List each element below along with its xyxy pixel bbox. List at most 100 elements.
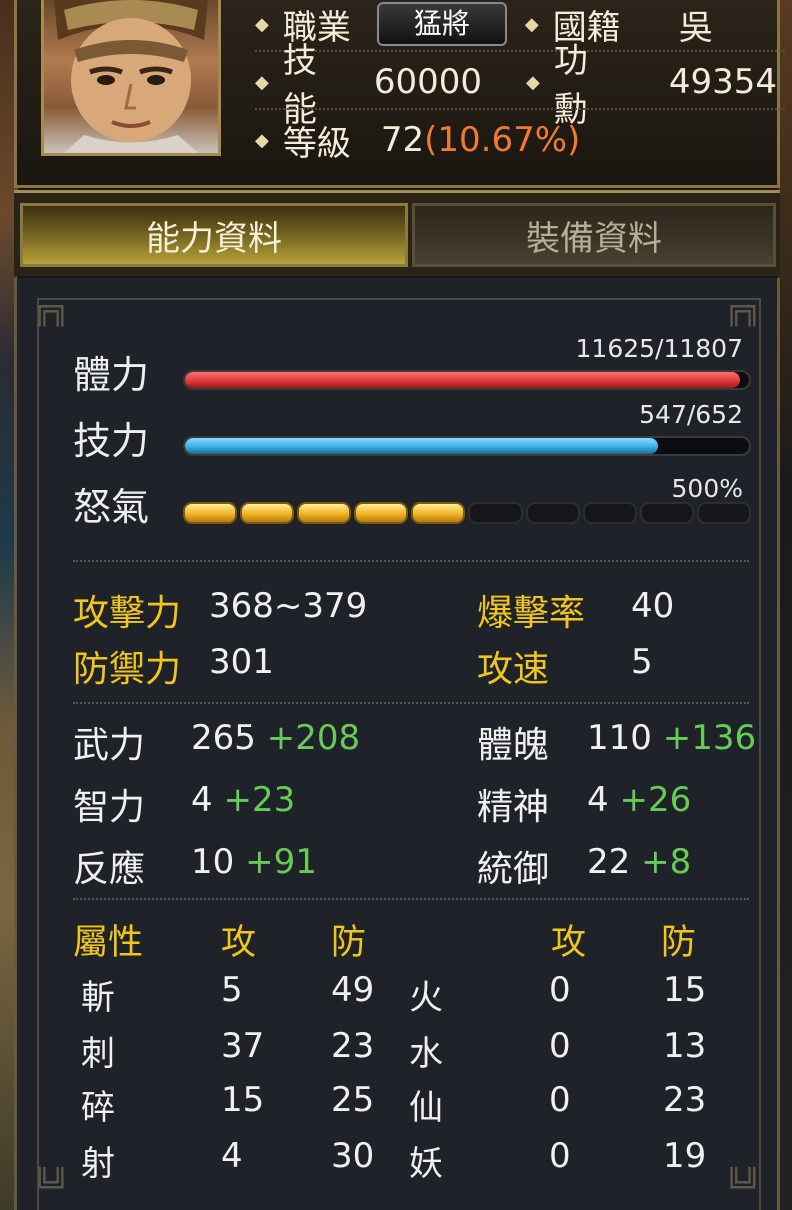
rage-segment xyxy=(639,502,694,524)
element-def: 13 xyxy=(663,1026,707,1066)
spi-value-row: 4 +26 xyxy=(587,780,691,820)
spi-value: 4 xyxy=(587,780,609,820)
int-value: 4 xyxy=(191,780,213,820)
rage-segment xyxy=(411,502,466,524)
element-def: 30 xyxy=(331,1136,375,1176)
mp-label: 技力 xyxy=(73,419,150,463)
spi-bonus: +26 xyxy=(619,780,692,820)
element-atk-header-2: 攻 xyxy=(551,923,587,963)
element-atk-header: 攻 xyxy=(221,923,257,963)
cmd-value-row: 22 +8 xyxy=(587,842,691,882)
rage-segment xyxy=(354,502,409,524)
section-divider xyxy=(73,898,749,900)
attack-label: 攻擊力 xyxy=(73,593,182,634)
element-name: 斬 xyxy=(81,978,115,1018)
level-label: 等級 xyxy=(282,123,351,164)
corner-ornament-icon: ╔╗ xyxy=(33,292,70,327)
rage-value: 500% xyxy=(671,474,743,503)
con-value: 110 xyxy=(587,718,652,758)
section-divider xyxy=(73,560,749,562)
rage-label: 怒氣 xyxy=(73,485,150,529)
element-name: 碎 xyxy=(81,1088,115,1128)
hp-value: 11625/11807 xyxy=(575,334,743,363)
character-portrait xyxy=(41,0,221,156)
tab-ability[interactable]: 能力資料 xyxy=(20,203,408,267)
rage-gauge xyxy=(183,502,751,524)
background-scenery-right xyxy=(778,0,792,1210)
str-bonus: +208 xyxy=(266,718,361,758)
job-badge: 猛將 xyxy=(376,2,507,46)
rage-segment xyxy=(468,502,523,524)
int-label: 智力 xyxy=(73,787,146,828)
element-name: 水 xyxy=(409,1034,443,1074)
hp-bar-fill xyxy=(185,372,741,388)
rage-segment xyxy=(582,502,637,524)
element-atk: 4 xyxy=(221,1136,243,1176)
skill-value: 60000 xyxy=(373,62,482,102)
hp-bar xyxy=(183,370,751,390)
element-atk: 0 xyxy=(549,970,571,1010)
element-atk: 37 xyxy=(221,1026,265,1066)
diamond-bullet-icon: ◆ xyxy=(255,129,269,151)
corner-ornament-icon: ╚╝ xyxy=(33,1168,70,1203)
element-atk: 0 xyxy=(549,1080,571,1120)
skill-row: ◆ 技能 60000 ◆ 功勳 49354 xyxy=(255,41,777,130)
element-atk: 15 xyxy=(221,1080,265,1120)
crit-value: 40 xyxy=(631,586,675,626)
attack-value: 368~379 xyxy=(209,586,368,626)
rage-segment xyxy=(525,502,580,524)
speed-label: 攻速 xyxy=(477,649,550,690)
hp-label: 體力 xyxy=(73,353,150,397)
corner-ornament-icon: ╔╗ xyxy=(724,292,761,327)
element-atk: 0 xyxy=(549,1026,571,1066)
tab-equipment[interactable]: 裝備資料 xyxy=(412,203,776,267)
element-def: 23 xyxy=(331,1026,375,1066)
int-bonus: +23 xyxy=(223,780,296,820)
level-percent: (10.67%) xyxy=(424,120,581,160)
con-value-row: 110 +136 xyxy=(587,718,756,758)
mp-bar-fill xyxy=(185,438,659,454)
ref-value: 10 xyxy=(191,842,235,882)
element-name: 火 xyxy=(409,978,443,1018)
element-def: 49 xyxy=(331,970,375,1010)
mp-bar xyxy=(183,436,751,456)
crit-label: 爆擊率 xyxy=(477,593,586,634)
element-def: 25 xyxy=(331,1080,375,1120)
rage-segment xyxy=(297,502,352,524)
str-value-row: 265 +208 xyxy=(191,718,360,758)
int-value-row: 4 +23 xyxy=(191,780,295,820)
str-label: 武力 xyxy=(73,725,146,766)
corner-ornament-icon: ╚╝ xyxy=(724,1168,761,1203)
stats-panel: ╔╗ ╔╗ ╚╝ ╚╝ 體力 11625/11807 技力 547/652 怒氣… xyxy=(14,278,780,1210)
section-divider xyxy=(73,702,749,704)
con-bonus: +136 xyxy=(662,718,757,758)
rage-segment xyxy=(183,502,238,524)
diamond-bullet-icon: ◆ xyxy=(526,71,540,93)
element-name: 刺 xyxy=(81,1034,115,1074)
element-def: 19 xyxy=(663,1136,707,1176)
con-label: 體魄 xyxy=(477,725,550,766)
character-header: ◆ 職業 猛將 ◆ 國籍 吳 ◆ 技能 60000 ◆ 功勳 49354 ◆ 等… xyxy=(14,0,785,188)
header-divider xyxy=(255,108,785,110)
str-value: 265 xyxy=(191,718,256,758)
element-name: 仙 xyxy=(409,1088,443,1128)
cmd-label: 統御 xyxy=(477,849,550,890)
tab-bar: 能力資料 裝備資料 xyxy=(14,190,780,276)
spi-label: 精神 xyxy=(477,787,550,828)
mp-value: 547/652 xyxy=(639,400,743,429)
diamond-bullet-icon: ◆ xyxy=(255,13,269,35)
defense-label: 防禦力 xyxy=(73,649,182,690)
ref-label: 反應 xyxy=(73,849,146,890)
rage-segment xyxy=(240,502,295,524)
element-name: 妖 xyxy=(409,1144,443,1184)
ref-value-row: 10 +91 xyxy=(191,842,317,882)
diamond-bullet-icon: ◆ xyxy=(255,71,269,93)
merit-value: 49354 xyxy=(668,62,777,102)
level-value: 72 xyxy=(380,120,425,160)
element-name: 射 xyxy=(81,1144,115,1184)
level-row: ◆ 等級 72 (10.67%) xyxy=(255,112,580,168)
element-atk: 5 xyxy=(221,970,243,1010)
element-atk: 0 xyxy=(549,1136,571,1176)
element-header-label: 屬性 xyxy=(73,923,144,963)
cmd-bonus: +8 xyxy=(641,842,692,882)
